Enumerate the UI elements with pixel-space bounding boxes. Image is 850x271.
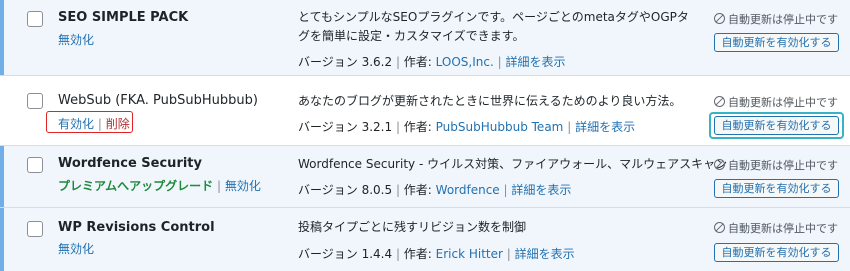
view-details-link[interactable]: 詳細を表示 [505,55,565,69]
auto-update-status: 自動更新は停止中です [714,11,838,27]
deactivate-link[interactable]: 無効化 [225,179,261,193]
plugin-row-seo-simple-pack: SEO SIMPLE PACK 無効化 とてもシンプルなSEOプラグインです。ペ… [0,0,850,76]
plugin-row-actions: 有効化 | 削除 [58,115,130,132]
view-details-link[interactable]: 詳細を表示 [515,247,575,261]
auto-update-status: 自動更新は停止中です [714,220,838,236]
deactivate-link[interactable]: 無効化 [58,33,94,47]
separator: | [567,120,576,134]
plugin-row-wordfence: Wordfence Security プレミアムへアップグレード | 無効化 W… [0,146,850,208]
version-text: バージョン 1.4.4 [298,247,393,261]
plugin-row-actions: 無効化 [58,240,94,257]
auto-update-status-text: 自動更新は停止中です [728,159,838,172]
plugin-name: Wordfence Security [58,156,202,171]
plugin-meta: バージョン 1.4.4 | 作者: Erick Hitter | 詳細を表示 [298,245,575,262]
plugin-description: Wordfence Security - ウイルス対策、ファイアウォール、マルウ… [298,157,728,171]
plugin-description: 投稿タイプごとに残すリビジョン数を制御 [298,220,527,234]
separator: | [395,120,404,134]
separator: | [395,55,404,69]
version-text: バージョン 3.2.1 [298,120,393,134]
plugin-row-actions: プレミアムへアップグレード | 無効化 [58,177,261,194]
upgrade-premium-link[interactable]: プレミアムへアップグレード [58,179,213,193]
plugins-table: SEO SIMPLE PACK 無効化 とてもシンプルなSEOプラグインです。ペ… [0,0,850,271]
enable-auto-update-button[interactable]: 自動更新を有効化する [714,243,839,262]
disabled-icon [714,222,725,233]
plugin-meta: バージョン 3.6.2 | 作者: LOOS,Inc. | 詳細を表示 [298,53,566,70]
author-link[interactable]: Wordfence [436,183,500,197]
plugin-select-checkbox[interactable] [27,93,43,109]
plugin-select-checkbox[interactable] [27,221,43,237]
plugin-description: とてもシンプルなSEOプラグインです。ページごとのmetaタグやOGPタグを簡単… [298,10,689,43]
author-label: 作者: [403,120,436,134]
auto-update-status-text: 自動更新は停止中です [728,13,838,26]
auto-update-status: 自動更新は停止中です [714,94,838,110]
deactivate-link[interactable]: 無効化 [58,242,94,256]
author-link[interactable]: LOOS,Inc. [436,55,494,69]
view-details-link[interactable]: 詳細を表示 [511,183,571,197]
version-text: バージョン 8.0.5 [298,183,393,197]
activate-link[interactable]: 有効化 [58,117,94,131]
plugin-name: WP Revisions Control [58,220,215,235]
author-label: 作者: [403,247,436,261]
delete-link[interactable]: 削除 [106,117,130,131]
view-details-link[interactable]: 詳細を表示 [575,120,635,134]
version-text: バージョン 3.6.2 [298,55,393,69]
auto-update-status: 自動更新は停止中です [714,157,838,173]
plugin-description: あなたのブログが更新されたときに世界に伝えるためのより良い方法。 [298,94,682,108]
plugin-row-wp-revisions-control: WP Revisions Control 無効化 投稿タイプごとに残すリビジョン… [0,208,850,271]
author-label: 作者: [403,55,436,69]
separator: | [97,117,106,131]
plugin-name: SEO SIMPLE PACK [58,10,189,25]
disabled-icon [714,159,725,170]
separator: | [506,247,515,261]
plugin-select-checkbox[interactable] [27,11,43,27]
plugin-row-actions: 無効化 [58,31,94,48]
separator: | [395,183,404,197]
auto-update-status-text: 自動更新は停止中です [728,222,838,235]
plugin-name: WebSub (FKA. PubSubHubbub) [58,93,258,108]
disabled-icon [714,13,725,24]
separator: | [217,179,225,193]
author-link[interactable]: PubSubHubbub Team [436,120,564,134]
enable-auto-update-button[interactable]: 自動更新を有効化する [714,179,839,198]
disabled-icon [714,96,725,107]
author-label: 作者: [403,183,436,197]
author-link[interactable]: Erick Hitter [436,247,503,261]
plugin-meta: バージョン 3.2.1 | 作者: PubSubHubbub Team | 詳細… [298,118,635,135]
enable-auto-update-button[interactable]: 自動更新を有効化する [714,116,839,135]
plugin-row-websub: WebSub (FKA. PubSubHubbub) 有効化 | 削除 あなたの… [0,76,850,146]
separator: | [395,247,404,261]
plugin-meta: バージョン 8.0.5 | 作者: Wordfence | 詳細を表示 [298,181,571,198]
plugin-select-checkbox[interactable] [27,157,43,173]
auto-update-status-text: 自動更新は停止中です [728,96,838,109]
enable-auto-update-button[interactable]: 自動更新を有効化する [714,33,839,52]
